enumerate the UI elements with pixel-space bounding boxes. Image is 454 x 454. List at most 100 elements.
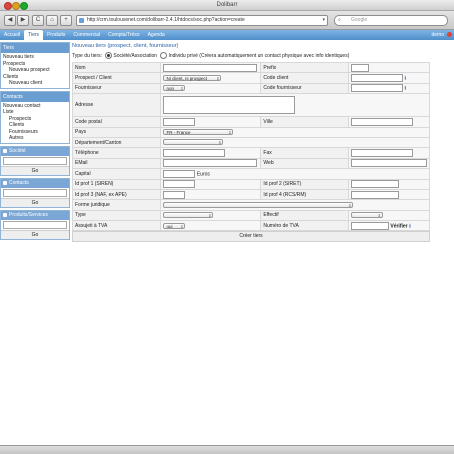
- page-icon: [79, 18, 84, 23]
- search-societe-go-button[interactable]: Go: [1, 165, 69, 175]
- user-name[interactable]: demo: [431, 30, 444, 40]
- nav-produits[interactable]: Produits: [43, 30, 69, 40]
- prospect-client-select[interactable]: Ni client, ni prospect ⇕: [163, 74, 222, 81]
- pays-label: Pays: [71, 126, 162, 138]
- chevron-down-icon: ⇕: [218, 140, 222, 146]
- telephone-input[interactable]: [163, 149, 226, 158]
- idprof1-input[interactable]: [163, 180, 196, 189]
- tiers-form: Nom Prefix Prospect / Client Ni client, …: [71, 61, 431, 232]
- tiers-menu-header[interactable]: Tiers: [1, 43, 69, 53]
- create-tiers-button[interactable]: Créer tiers: [239, 233, 262, 239]
- help-icon[interactable]: ℹ: [409, 223, 411, 229]
- forward-button[interactable]: ▶: [17, 15, 29, 26]
- search-input[interactable]: ⌕ Google: [334, 15, 448, 26]
- logout-icon[interactable]: [447, 32, 452, 37]
- building-icon: [3, 148, 7, 153]
- window-titlebar: Dolibarr: [0, 0, 454, 11]
- code-postal-input[interactable]: [163, 117, 196, 126]
- dropdown-arrow-icon[interactable]: ▾: [322, 16, 325, 25]
- nav-compta[interactable]: Compta/Tréso: [104, 30, 144, 40]
- submit-row: Créer tiers: [72, 231, 430, 243]
- idprof3-input[interactable]: [163, 190, 186, 199]
- assujetti-tva-label: Assujeti à TVA: [71, 220, 162, 232]
- fournisseur-select[interactable]: non ⇕: [163, 85, 186, 92]
- search-produits-box: Produits/Services Go: [0, 209, 70, 240]
- browser-toolbar: ◀ ▶ C ⌂ + http://crm.toulousenet.com/dol…: [0, 11, 454, 30]
- code-client-input[interactable]: [350, 74, 403, 83]
- nav-agenda[interactable]: Agenda: [144, 30, 169, 40]
- type-select[interactable]: ⇕: [163, 212, 214, 219]
- type-individu-radio[interactable]: [160, 52, 168, 60]
- effectif-select[interactable]: ⇕: [350, 212, 383, 219]
- web-input[interactable]: [350, 159, 427, 168]
- pays-select[interactable]: FR - France ⇕: [163, 129, 234, 136]
- page-title: Nouveau tiers (prospect, client, fournis…: [72, 43, 179, 49]
- sidebar: Tiers Nouveau tiers Prospects Nouveau pr…: [0, 42, 70, 242]
- capital-input[interactable]: [163, 169, 196, 178]
- ville-input[interactable]: [350, 117, 413, 126]
- search-contacts-go-button[interactable]: Go: [1, 197, 69, 207]
- sidebar-item-nouveau-client[interactable]: Nouveau client: [3, 80, 67, 87]
- prefix-input[interactable]: [350, 63, 369, 72]
- search-societe-box: Société Go: [0, 145, 70, 176]
- fax-label: Fax: [260, 147, 349, 159]
- reload-button[interactable]: C: [32, 15, 44, 26]
- address-bar[interactable]: http://crm.toulousenet.com/dolibarr-2.4.…: [76, 15, 328, 26]
- nav-accueil[interactable]: Accueil: [0, 30, 24, 40]
- prospect-client-value: Ni client, ni prospect: [166, 75, 207, 81]
- sidebar-item-contacts-autres[interactable]: Autres: [3, 135, 67, 142]
- contact-icon: [3, 180, 7, 185]
- chevron-down-icon: ⇕: [180, 223, 184, 229]
- url-text: http://crm.toulousenet.com/dolibarr-2.4.…: [87, 17, 245, 23]
- email-label: EMail: [71, 157, 162, 170]
- product-icon: [3, 212, 7, 217]
- nav-tiers[interactable]: Tiers: [24, 30, 44, 40]
- add-bookmark-button[interactable]: +: [60, 15, 72, 26]
- code-fournisseur-input[interactable]: [350, 84, 403, 93]
- help-icon[interactable]: ℹ: [404, 86, 406, 92]
- verifier-link[interactable]: Vérifier: [390, 223, 407, 229]
- search-societe-input[interactable]: [3, 156, 67, 165]
- contacts-menu-header[interactable]: Contacts: [1, 91, 69, 102]
- code-fournisseur-label: Code fournisseur: [260, 82, 349, 95]
- email-input[interactable]: [163, 159, 258, 168]
- nav-commercial[interactable]: Commercial: [69, 30, 104, 40]
- chevron-down-icon: ⇕: [180, 86, 184, 92]
- help-icon[interactable]: ℹ: [404, 75, 406, 81]
- type-societe-radio[interactable]: [105, 52, 113, 60]
- nom-label: Nom: [71, 61, 162, 74]
- type-label-field: Type: [71, 209, 162, 222]
- effectif-label: Effectif: [260, 209, 349, 222]
- numero-tva-input[interactable]: [350, 221, 389, 230]
- idprof4-input[interactable]: [350, 190, 399, 199]
- type-row: Type du tiers: Société/Association Indiv…: [72, 51, 430, 62]
- back-button[interactable]: ◀: [4, 15, 16, 26]
- search-produits-input[interactable]: [3, 220, 67, 229]
- web-label: Web: [260, 157, 349, 170]
- prospect-client-label: Prospect / Client: [71, 72, 162, 84]
- idprof4-label: Id prof 4 (RCS/RM): [260, 188, 349, 201]
- fournisseur-value: non: [166, 86, 174, 92]
- departement-select[interactable]: ⇕: [163, 139, 224, 146]
- nom-input[interactable]: [163, 63, 258, 72]
- tiers-menu-box: Tiers Nouveau tiers Prospects Nouveau pr…: [0, 42, 70, 89]
- numero-tva-label: Numéro de TVA: [260, 220, 349, 232]
- chevron-down-icon: ⇕: [208, 213, 212, 219]
- search-produits-label: Produits/Services: [9, 211, 48, 218]
- search-contacts-input[interactable]: [3, 188, 67, 197]
- chevron-down-icon: ⇕: [228, 130, 232, 136]
- idprof2-input[interactable]: [350, 180, 399, 189]
- forme-juridique-select[interactable]: ⇕: [163, 201, 354, 208]
- search-produits-go-button[interactable]: Go: [1, 229, 69, 239]
- adresse-label: Adresse: [71, 93, 162, 118]
- type-individu-label: Individu privé (Créera automatiquement u…: [168, 53, 350, 59]
- adresse-textarea[interactable]: [163, 96, 296, 115]
- search-societe-label: Société: [9, 147, 26, 154]
- search-icon: ⌕: [338, 17, 341, 23]
- assujetti-tva-select[interactable]: oui ⇕: [163, 222, 186, 229]
- status-bar: [0, 445, 454, 454]
- pays-value: FR - France: [166, 130, 191, 136]
- home-icon[interactable]: ⌂: [46, 15, 58, 26]
- fax-input[interactable]: [350, 149, 413, 158]
- chevron-down-icon: ⇕: [348, 202, 352, 208]
